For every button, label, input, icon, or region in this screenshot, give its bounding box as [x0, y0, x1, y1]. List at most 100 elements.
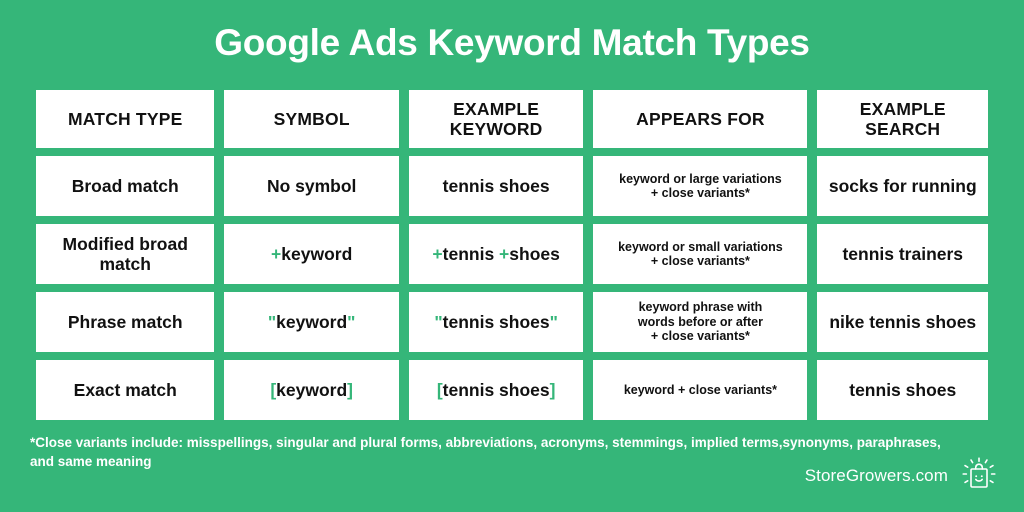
text-line: Modified broad — [62, 234, 188, 254]
text-line: EXAMPLE — [453, 99, 540, 119]
cell-example-keyword: "tennis shoes" — [408, 292, 584, 352]
brand-name: StoreGrowers.com — [804, 466, 948, 485]
cell-match-type: Exact match — [36, 360, 215, 420]
symbol-accent: " — [434, 312, 443, 332]
appears-for-text: keyword or small variations + close varia… — [618, 240, 783, 269]
example-keyword-value: "tennis shoes" — [434, 312, 558, 332]
header-symbol: SYMBOL — [224, 90, 399, 148]
text-line: words before or after — [637, 314, 763, 329]
header-example-search-text: EXAMPLE SEARCH — [860, 99, 946, 139]
cell-match-type: Phrase match — [36, 292, 215, 352]
symbol-accent: + — [499, 244, 510, 264]
symbol-text: No symbol — [266, 176, 357, 196]
appears-for-text: keyword or large variations + close varia… — [619, 172, 782, 201]
symbol-text: keyword — [276, 380, 348, 400]
match-type-text: Broad match — [72, 176, 179, 196]
cell-match-type: Broad match — [36, 156, 215, 216]
header-example-search: EXAMPLE SEARCH — [817, 90, 988, 148]
symbol-value: "keyword" — [268, 312, 356, 332]
text-line: Exact match — [73, 380, 177, 400]
symbol-text: tennis shoes — [442, 312, 550, 332]
header-example-keyword: EXAMPLE KEYWORD — [408, 90, 584, 148]
symbol-text: tennis — [442, 244, 500, 264]
text-line: KEYWORD — [449, 119, 543, 139]
symbol-value: [keyword] — [270, 380, 353, 400]
match-types-table: MATCH TYPE SYMBOL EXAMPLE KEYWORD APPEARS… — [36, 90, 988, 428]
text-line: + close variants* — [650, 186, 750, 200]
appears-for-text: keyword phrase with words before or after… — [638, 300, 763, 344]
example-keyword-value: tennis shoes — [443, 176, 550, 196]
symbol-accent: + — [271, 244, 282, 264]
text-line: SEARCH — [865, 119, 941, 139]
cell-example-keyword: [tennis shoes] — [408, 360, 584, 420]
cell-appears-for: keyword or small variations + close varia… — [593, 224, 808, 284]
cell-example-search: tennis shoes — [817, 360, 988, 420]
cell-symbol: +keyword — [224, 224, 399, 284]
cell-appears-for: keyword phrase with words before or after… — [593, 292, 808, 352]
cell-example-search: nike tennis shoes — [817, 292, 988, 352]
cell-example-search: tennis trainers — [817, 224, 988, 284]
symbol-value: No symbol — [267, 176, 356, 196]
text-line: *Close variants include: misspellings, s… — [30, 435, 783, 450]
table-row: Exact match [keyword] [tennis shoes] keywor… — [36, 360, 988, 420]
header-match-type: MATCH TYPE — [36, 90, 215, 148]
header-example-keyword-text: EXAMPLE KEYWORD — [450, 99, 543, 139]
symbol-accent: " — [267, 312, 277, 332]
text-line: Broad match — [71, 176, 179, 196]
cell-symbol: "keyword" — [224, 292, 399, 352]
symbol-accent: " — [347, 312, 356, 332]
symbol-text: keyword — [276, 312, 348, 332]
text-line: keyword + close variants* — [623, 382, 778, 397]
cell-appears-for: keyword + close variants* — [593, 360, 808, 420]
text-line: SYMBOL — [273, 109, 350, 129]
text-line: + close variants* — [650, 329, 750, 344]
table-row: Modified broad match +keyword +tennis +shoe… — [36, 224, 988, 284]
match-type-text: Phrase match — [68, 312, 183, 332]
page-title: Google Ads Keyword Match Types — [214, 22, 810, 63]
header-match-type-text: MATCH TYPE — [68, 109, 182, 129]
example-keyword-value: +tennis +shoes — [432, 244, 559, 264]
text-line: match — [99, 254, 151, 274]
appears-for-text: keyword + close variants* — [624, 383, 777, 398]
symbol-text: tennis shoes — [442, 380, 550, 400]
example-search-text: tennis shoes — [849, 380, 957, 400]
match-type-text: Modified broad match — [63, 234, 188, 274]
text-line: keyword or large variations — [619, 171, 782, 186]
symbol-accent: ] — [549, 380, 556, 400]
table-row: Broad match No symbol tennis shoes keyword … — [36, 156, 988, 216]
example-search-text: tennis trainers — [842, 244, 964, 264]
table-body: Broad match No symbol tennis shoes keyword … — [36, 156, 988, 420]
cell-match-type: Modified broad match — [36, 224, 215, 284]
header-symbol-text: SYMBOL — [274, 109, 350, 129]
match-type-text: Exact match — [74, 380, 177, 400]
example-search-text: nike tennis shoes — [829, 312, 977, 332]
symbol-value: +keyword — [271, 244, 352, 264]
brand-lockup[interactable]: StoreGrowers.com — [805, 456, 1000, 496]
example-keyword-value: [tennis shoes] — [437, 380, 556, 400]
text-line: keyword or small variations — [618, 239, 783, 254]
symbol-text: keyword — [281, 244, 353, 264]
infographic-canvas: Google Ads Keyword Match Types MATCH TYP… — [0, 0, 1024, 512]
symbol-accent: " — [549, 312, 558, 332]
header-appears-for-text: APPEARS FOR — [636, 109, 765, 129]
symbol-accent: ] — [347, 380, 353, 400]
smiling-shopping-bag-icon — [958, 456, 1000, 496]
text-line: EXAMPLE — [859, 99, 946, 119]
symbol-text: shoes — [509, 244, 560, 264]
cell-appears-for: keyword or large variations + close varia… — [593, 156, 808, 216]
cell-example-keyword: +tennis +shoes — [408, 224, 584, 284]
text-line: + close variants* — [650, 254, 750, 268]
table-header-row: MATCH TYPE SYMBOL EXAMPLE KEYWORD APPEARS… — [36, 90, 988, 148]
symbol-accent: + — [432, 244, 443, 264]
symbol-text: tennis shoes — [442, 176, 550, 196]
example-search-text: socks for running — [828, 176, 977, 196]
text-line: APPEARS FOR — [636, 109, 765, 129]
cell-symbol: No symbol — [224, 156, 399, 216]
table-row: Phrase match "keyword" "tennis shoes" keywo… — [36, 292, 988, 352]
cell-symbol: [keyword] — [224, 360, 399, 420]
cell-example-search: socks for running — [817, 156, 988, 216]
cell-example-keyword: tennis shoes — [408, 156, 584, 216]
text-line: Phrase match — [67, 312, 183, 332]
text-line: keyword phrase with — [638, 300, 763, 315]
text-line: MATCH TYPE — [67, 109, 183, 129]
